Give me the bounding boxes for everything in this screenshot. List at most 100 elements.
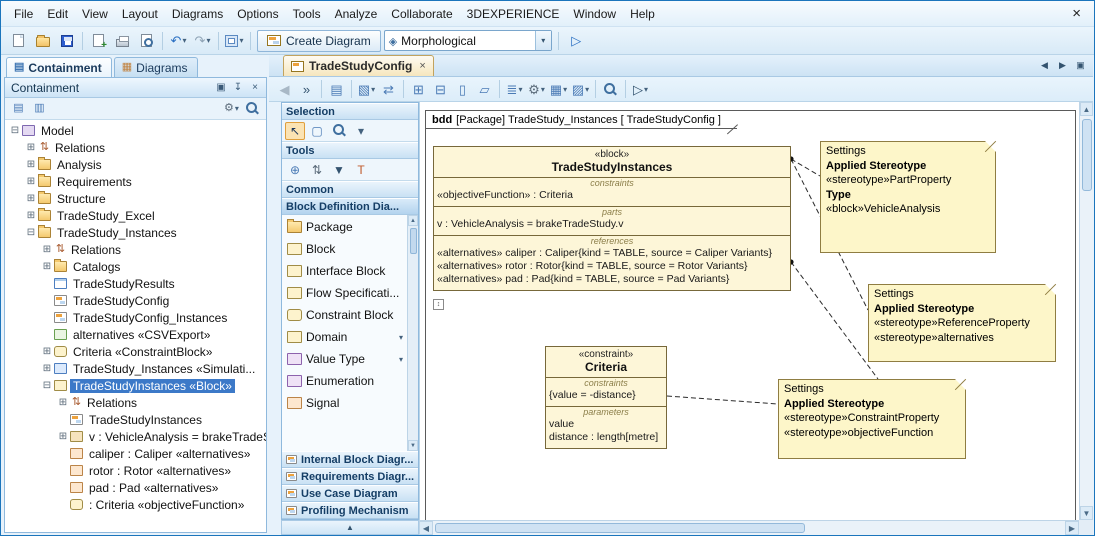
dropdown-arrow-icon[interactable]: ▾ [399, 333, 407, 342]
tree-item-relations[interactable]: ⊞⇅Relations [5, 394, 266, 411]
tab-containment[interactable]: ▤Containment [6, 57, 112, 77]
window-close-icon[interactable]: × [1067, 6, 1086, 21]
compartment-toggle-icon[interactable]: ↕ [433, 299, 444, 310]
open-project-icon[interactable] [31, 30, 54, 52]
tree-item-criteria-objectivefunction[interactable]: : Criteria «objectiveFunction» [5, 496, 266, 513]
diagram-settings-gear-icon[interactable]: ⚙▾ [526, 79, 547, 99]
menu-diagrams[interactable]: Diagrams [165, 4, 230, 24]
tree-item-tradestudyinstances-block[interactable]: ⊟TradeStudyInstances «Block» [5, 377, 266, 394]
auto-hide-pin-icon[interactable]: ↧ [230, 80, 246, 95]
zoom-search-icon[interactable] [600, 79, 621, 99]
palette-item-constraint-block[interactable]: Constraint Block [282, 304, 407, 326]
dropdown-arrow-icon[interactable]: ▾ [399, 355, 407, 364]
menu-layout[interactable]: Layout [115, 4, 165, 24]
open-diagram-icon[interactable]: ▷ [565, 30, 588, 52]
tree-item-tradestudyinstances[interactable]: TradeStudyInstances [5, 411, 266, 428]
palette-item-signal[interactable]: Signal [282, 392, 407, 414]
tree-item-criteria-constraintblock[interactable]: ⊞Criteria «ConstraintBlock» [5, 343, 266, 360]
menu-options[interactable]: Options [230, 4, 285, 24]
panel-options-icon[interactable]: ▣ [213, 80, 229, 95]
show-paths-icon[interactable]: ⇄ [378, 79, 399, 99]
scroll-down-icon[interactable]: ▼ [408, 440, 418, 451]
expand-icon[interactable]: ⊞ [25, 143, 37, 153]
menu-window[interactable]: Window [566, 4, 623, 24]
tree-item-tradestudy-instances-simulati[interactable]: ⊞TradeStudy_Instances «Simulati... [5, 360, 266, 377]
diagram-canvas[interactable]: bdd [Package] TradeStudy_Instances [ Tra… [419, 102, 1079, 520]
search-icon[interactable] [243, 100, 262, 118]
zoom-tool-icon[interactable] [329, 122, 349, 140]
print-preview-icon[interactable] [135, 30, 158, 52]
tree-item-requirements[interactable]: ⊞Requirements [5, 173, 266, 190]
browser-settings-gear-icon[interactable]: ⚙▾ [222, 100, 241, 118]
tree-item-model[interactable]: ⊟Model [5, 122, 266, 139]
collapse-icon[interactable]: ⊟ [9, 126, 21, 136]
expand-icon[interactable]: ⊞ [41, 262, 53, 272]
combo-dropdown-icon[interactable]: ▾ [535, 31, 551, 50]
add-shape-icon[interactable]: ⊞ [408, 79, 429, 99]
vertical-scroll-thumb[interactable] [1082, 119, 1092, 191]
toolbar-overflow-icon[interactable]: » [296, 79, 317, 99]
tree-item-pad-pad-alternatives[interactable]: pad : Pad «alternatives» [5, 479, 266, 496]
previous-diagram-tab-icon[interactable]: ◀ [1036, 58, 1053, 74]
collapse-all-icon[interactable]: ▤ [9, 100, 28, 118]
collapse-icon[interactable]: ⊟ [41, 381, 53, 391]
expand-icon[interactable]: ⊞ [25, 194, 37, 204]
menu-analyze[interactable]: Analyze [328, 4, 385, 24]
palette-section-selection[interactable]: Selection [282, 103, 418, 120]
tab-list-icon[interactable]: ▣ [1072, 58, 1089, 74]
new-project-icon[interactable] [7, 30, 30, 52]
tree-item-catalogs[interactable]: ⊞Catalogs [5, 258, 266, 275]
legend-icon[interactable]: ▨▾ [570, 79, 591, 99]
next-diagram-tab-icon[interactable]: ▶ [1054, 58, 1071, 74]
text-box-tool-icon[interactable]: T [351, 161, 371, 179]
select-cursor-icon[interactable]: ↖ [285, 122, 305, 140]
menu-file[interactable]: File [7, 4, 40, 24]
palette-item-block[interactable]: Block [282, 238, 407, 260]
create-diagram-button[interactable]: Create Diagram [257, 30, 381, 52]
related-elements-icon[interactable]: ▾ [223, 30, 246, 52]
menu-help[interactable]: Help [623, 4, 662, 24]
redo-icon[interactable]: ↷▾ [191, 30, 214, 52]
palette-section-tools[interactable]: Tools [282, 142, 418, 159]
grid-icon[interactable]: ▦▾ [548, 79, 569, 99]
tab-close-icon[interactable]: × [417, 60, 425, 72]
horizontal-scrollbar[interactable]: ◀ ▶ [419, 520, 1079, 535]
palette-item-enumeration[interactable]: Enumeration [282, 370, 407, 392]
palette-item-domain[interactable]: Domain▾ [282, 326, 407, 348]
settings-note-reference-property[interactable]: SettingsApplied Stereotype«stereotype»Re… [868, 284, 1056, 362]
tree-item-tradestudyconfig-instances[interactable]: TradeStudyConfig_Instances [5, 309, 266, 326]
tree-item-rotor-rotor-alternatives[interactable]: rotor : Rotor «alternatives» [5, 462, 266, 479]
print-setup-icon[interactable] [87, 30, 110, 52]
scroll-up-icon[interactable]: ▲ [408, 215, 418, 226]
tab-diagrams[interactable]: ▦Diagrams [114, 57, 198, 77]
palette-category-block-definition[interactable]: Block Definition Dia... [282, 198, 418, 215]
palette-category-use-case-diagram[interactable]: Use Case Diagram [282, 485, 418, 502]
palette-scrollbar[interactable]: ▲ ▼ [407, 215, 418, 451]
tree-item-alternatives-csvexport[interactable]: alternatives «CSVExport» [5, 326, 266, 343]
settings-note-part-property[interactable]: SettingsApplied Stereotype«stereotype»Pa… [820, 141, 996, 253]
copy-icon[interactable]: ▯ [452, 79, 473, 99]
show-in-containment-icon[interactable]: ▤ [326, 79, 347, 99]
show-structure-icon[interactable]: ▥ [30, 100, 49, 118]
save-project-icon[interactable] [55, 30, 78, 52]
expand-icon[interactable]: ⊞ [25, 177, 37, 187]
palette-item-value-type[interactable]: Value Type▾ [282, 348, 407, 370]
tree-item-v-vehicleanalysis-braketradestudy-v[interactable]: ⊞v : VehicleAnalysis = brakeTradeStudy.v [5, 428, 266, 445]
expand-icon[interactable]: ⊞ [57, 432, 69, 442]
print-icon[interactable] [111, 30, 134, 52]
tree-item-structure[interactable]: ⊞Structure [5, 190, 266, 207]
free-select-icon[interactable]: ▢ [307, 122, 327, 140]
tree-item-tradestudyconfig[interactable]: TradeStudyConfig [5, 292, 266, 309]
palette-item-flow-specificati[interactable]: Flow Specificati... [282, 282, 407, 304]
validate-run-icon[interactable]: ▷▾ [630, 79, 651, 99]
undo-icon[interactable]: ↶▾ [167, 30, 190, 52]
scroll-right-icon[interactable]: ▶ [1065, 521, 1079, 535]
selection-more-icon[interactable]: ▾ [351, 122, 371, 140]
expand-icon[interactable]: ⊞ [41, 364, 53, 374]
layout-diagram-icon[interactable]: ▧▾ [356, 79, 377, 99]
palette-category-requirements-diagr[interactable]: Requirements Diagr... [282, 468, 418, 485]
palette-section-common[interactable]: Common [282, 181, 418, 198]
expand-icon[interactable]: ⊞ [25, 160, 37, 170]
collapse-icon[interactable]: ⊟ [25, 228, 37, 238]
tree-item-tradestudy-instances[interactable]: ⊟TradeStudy_Instances [5, 224, 266, 241]
